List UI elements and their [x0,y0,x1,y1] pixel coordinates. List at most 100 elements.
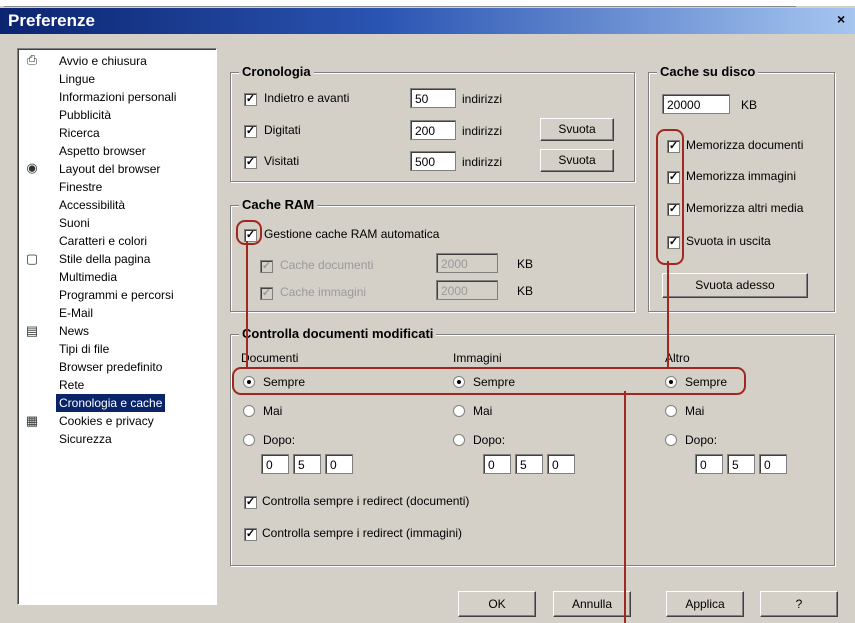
immagini-mai-radio[interactable] [453,405,465,417]
sidebar-item-cronologia-cache[interactable]: Cronologia e cache [56,394,166,412]
immagini-mai-label: Mai [473,404,493,418]
callout-line-right [667,261,669,367]
printer-icon: ⎙ [26,52,38,67]
sidebar-item-sicurezza[interactable]: Sicurezza [56,430,115,448]
cache-disco-title: Cache su disco [657,64,759,79]
callout-ram-checkbox [236,220,262,245]
sidebar-item-multimedia[interactable]: Multimedia [56,268,120,286]
indietro-avanti-label: Indietro e avanti [264,91,350,105]
cache-documenti-checkbox[interactable]: ✓ [260,260,273,273]
sidebar-item-caratteri[interactable]: Caratteri e colori [56,232,150,250]
cache-immagini-input[interactable]: 2000 [436,280,498,300]
preferences-dialog: Preferenze × ⎙ ◉ ▢ ▤ ▦ Avvio e chiusura … [0,0,855,623]
cache-ram-title: Cache RAM [239,197,318,212]
cache-ram-auto-label: Gestione cache RAM automatica [264,227,440,241]
cache-disco-unit: KB [741,98,758,112]
visitati-checkbox[interactable]: ✓ [244,156,257,169]
indietro-avanti-unit: indirizzi [462,92,503,106]
digitati-label: Digitati [264,123,301,137]
apply-button[interactable]: Applica [666,591,744,617]
redirect-documenti-label: Controlla sempre i redirect (documenti) [262,494,470,508]
close-icon[interactable]: × [837,11,851,29]
sidebar-item-email[interactable]: E-Mail [56,304,96,322]
immagini-ore-input[interactable]: 0 [483,454,511,474]
sidebar-item-avvio[interactable]: Avvio e chiusura [56,52,150,70]
documenti-ore-input[interactable]: 0 [261,454,289,474]
window-title: Preferenze [8,11,95,30]
immagini-dopo-label: Dopo: [473,433,506,447]
altro-minuti-input[interactable]: 5 [727,454,755,474]
cache-immagini-label: Cache immagini [280,285,367,299]
callout-disk-checkboxes [656,129,684,265]
sidebar-item-finestre[interactable]: Finestre [56,178,105,196]
sidebar-item-browser-predefinito[interactable]: Browser predefinito [56,358,165,376]
memorizza-documenti-label: Memorizza documenti [686,138,804,152]
documenti-dopo-radio[interactable] [243,434,255,446]
sidebar-item-programmi[interactable]: Programmi e percorsi [56,286,177,304]
svuota-adesso-button[interactable]: Svuota adesso [662,273,808,298]
visitati-input[interactable]: 500 [410,151,456,171]
sidebar-item-rete[interactable]: Rete [56,376,87,394]
documenti-header: Documenti [241,351,299,365]
immagini-secondi-input[interactable]: 0 [547,454,575,474]
sidebar-item-cookies[interactable]: Cookies e privacy [56,412,157,430]
altro-dopo-label: Dopo: [685,433,718,447]
network-icon: ▦ [25,413,39,428]
altro-secondi-input[interactable]: 0 [759,454,787,474]
sidebar-item-info-personali[interactable]: Informazioni personali [56,88,179,106]
immagini-dopo-radio[interactable] [453,434,465,446]
redirect-immagini-checkbox[interactable]: ✓ [244,528,257,541]
sidebar-item-stile[interactable]: Stile della pagina [56,250,153,268]
memorizza-immagini-label: Memorizza immagini [686,169,797,183]
svuota-visitati-button[interactable]: Svuota [540,149,614,172]
altro-dopo-radio[interactable] [665,434,677,446]
documenti-secondi-input[interactable]: 0 [325,454,353,474]
sidebar-item-suoni[interactable]: Suoni [56,214,93,232]
svuota-uscita-label: Svuota in uscita [686,234,771,248]
indietro-avanti-input[interactable]: 50 [410,88,456,108]
cache-documenti-unit: KB [517,257,534,271]
memorizza-media-label: Memorizza altri media [686,201,804,215]
altro-mai-radio[interactable] [665,405,677,417]
digitati-unit: indirizzi [462,124,503,138]
help-button[interactable]: ? [760,591,838,617]
sidebar-item-layout[interactable]: Layout del browser [56,160,163,178]
sidebar-item-pubblicita[interactable]: Pubblicità [56,106,114,124]
redirect-immagini-label: Controlla sempre i redirect (immagini) [262,526,463,540]
digitati-checkbox[interactable]: ✓ [244,125,257,138]
sidebar-item-aspetto[interactable]: Aspetto browser [56,142,149,160]
callout-line-bottom [624,391,626,623]
callout-line-left [246,241,248,367]
top-strip [0,0,855,7]
cache-immagini-unit: KB [517,284,534,298]
callout-sempre-row [232,367,746,395]
documenti-mai-label: Mai [263,404,283,418]
cache-documenti-input[interactable]: 2000 [436,253,498,273]
digitati-input[interactable]: 200 [410,120,456,140]
cancel-button[interactable]: Annulla [553,591,631,617]
eye-icon: ◉ [26,160,38,175]
title-bar: Preferenze × [0,8,855,34]
ok-button[interactable]: OK [458,591,536,617]
sidebar-item-tipi-file[interactable]: Tipi di file [56,340,112,358]
documenti-mai-radio[interactable] [243,405,255,417]
cronologia-title: Cronologia [239,64,314,79]
visitati-unit: indirizzi [462,155,503,169]
category-tree[interactable]: ⎙ ◉ ▢ ▤ ▦ Avvio e chiusura Lingue Inform… [17,48,217,605]
cache-disco-input[interactable]: 20000 [662,94,730,114]
redirect-documenti-checkbox[interactable]: ✓ [244,496,257,509]
sidebar-item-ricerca[interactable]: Ricerca [56,124,103,142]
immagini-minuti-input[interactable]: 5 [515,454,543,474]
cache-documenti-label: Cache documenti [280,258,374,272]
documenti-minuti-input[interactable]: 5 [293,454,321,474]
documenti-dopo-label: Dopo: [263,433,296,447]
sidebar-item-accessibilita[interactable]: Accessibilità [56,196,128,214]
controlla-title: Controlla documenti modificati [239,326,437,341]
indietro-avanti-checkbox[interactable]: ✓ [244,93,257,106]
altro-ore-input[interactable]: 0 [695,454,723,474]
sidebar-item-news[interactable]: News [56,322,92,340]
cache-immagini-checkbox[interactable]: ✓ [260,287,273,300]
visitati-label: Visitati [264,154,300,168]
svuota-digitati-button[interactable]: Svuota [540,118,614,141]
sidebar-item-lingue[interactable]: Lingue [56,70,98,88]
